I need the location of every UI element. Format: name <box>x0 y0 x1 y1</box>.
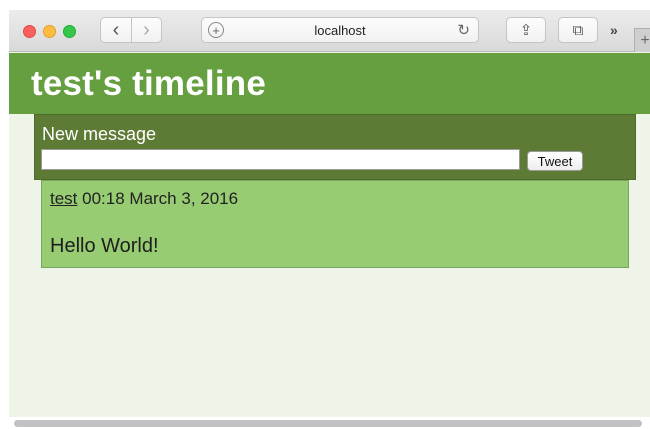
tweet-timestamp: 00:18 March 3, 2016 <box>82 189 239 208</box>
back-button[interactable]: ‹ <box>101 18 131 42</box>
share-icon: ⇪ <box>519 22 533 39</box>
plus-icon: + <box>640 31 650 49</box>
tweet-user-link[interactable]: test <box>50 189 77 208</box>
tweet-meta: test 00:18 March 3, 2016 <box>50 189 238 209</box>
tweet-button[interactable]: Tweet <box>527 151 583 171</box>
plus-circle-icon[interactable]: + <box>208 22 224 38</box>
browser-toolbar: ‹ › + localhost ↻ ⇪ ⧉ » + <box>9 10 650 52</box>
close-window-button[interactable] <box>23 25 36 38</box>
double-chevron-icon[interactable]: » <box>610 22 618 38</box>
minimize-window-button[interactable] <box>43 25 56 38</box>
message-input[interactable] <box>41 149 520 170</box>
navigation-buttons: ‹ › <box>100 17 162 43</box>
forward-button[interactable]: › <box>131 18 161 42</box>
tweet-text: Hello World! <box>50 235 159 257</box>
compose-label: New message <box>42 124 157 144</box>
chevron-left-icon: ‹ <box>112 19 120 41</box>
fullscreen-window-button[interactable] <box>63 25 76 38</box>
horizontal-scrollbar[interactable] <box>9 417 650 429</box>
tab-overview-button[interactable]: ⧉ <box>558 17 598 43</box>
scrollbar-thumb[interactable] <box>14 420 642 427</box>
address-bar[interactable]: + localhost ↻ <box>201 17 479 43</box>
new-tab-button[interactable]: + <box>634 28 650 52</box>
chevron-right-icon: › <box>143 19 150 41</box>
tweet-item: test 00:18 March 3, 2016 Hello World! <box>41 180 629 268</box>
reload-icon[interactable]: ↻ <box>457 21 470 39</box>
tabs-overview-icon: ⧉ <box>572 21 584 39</box>
share-button[interactable]: ⇪ <box>506 17 546 43</box>
compose-form: New message Tweet <box>34 114 636 180</box>
page-header: test's timeline <box>9 53 650 114</box>
page-title: test's timeline <box>31 64 267 103</box>
browser-window: ‹ › + localhost ↻ ⇪ ⧉ » + test's timelin… <box>9 10 650 429</box>
url-text: localhost <box>314 22 366 38</box>
